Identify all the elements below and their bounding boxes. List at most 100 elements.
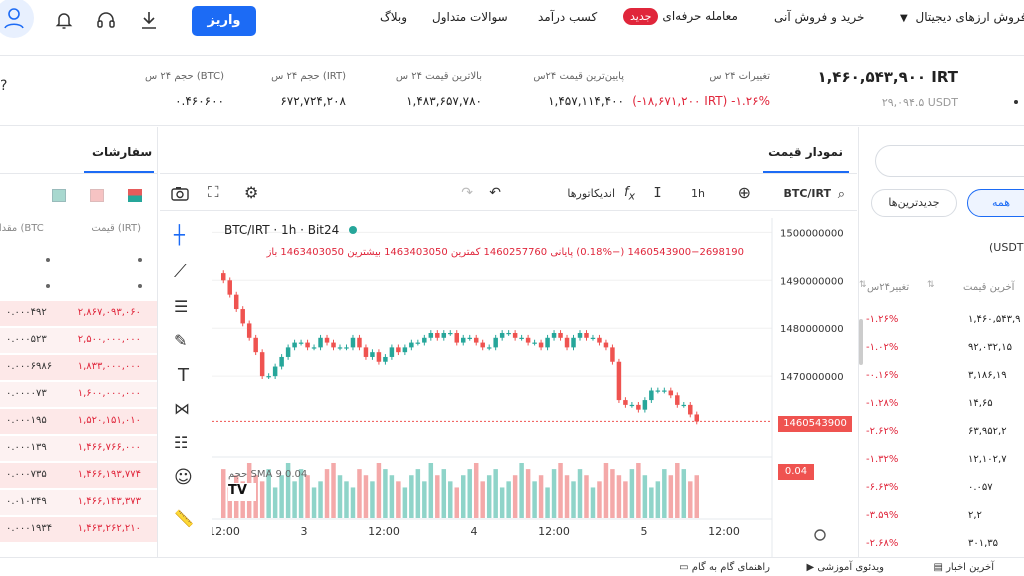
order-row[interactable]: ۱,۴۶۳,۲۶۲,۲۱۰ ۰.۰۰۰۱۹۳۴: [0, 517, 157, 542]
candle-body: [668, 390, 674, 396]
placeholder-dot: [138, 284, 142, 288]
symbol-selector[interactable]: BTC/IRT: [783, 187, 831, 200]
interval-selector[interactable]: 1h: [691, 187, 705, 200]
order-row[interactable]: ۱,۴۶۶,۱۴۳,۳۷۳ ۰.۰۱۰۳۴۹: [0, 490, 157, 515]
market-row[interactable]: -۱.۲۸% ۱۴,۶۵: [858, 391, 1024, 419]
market-row[interactable]: -۳.۵۹% ۲,۲: [858, 503, 1024, 531]
market-row[interactable]: -۲.۶۸% ۳۰۱,۳۵: [858, 531, 1024, 559]
candle-body: [532, 342, 537, 344]
volume-bar: [603, 463, 609, 518]
volume-bar: [623, 481, 628, 518]
news-link[interactable]: ▤ آخرین اخبار: [933, 562, 994, 573]
fx-icon[interactable]: fx: [624, 185, 635, 203]
candle-body: [221, 273, 226, 281]
order-row[interactable]: ۲,۵۰۰,۰۰۰,۰۰۰ ۰.۰۰۰۵۲۳: [0, 328, 157, 353]
volume-bar: [649, 487, 654, 518]
prediction-icon[interactable]: ☷: [174, 433, 188, 452]
order-amount: ۰.۰۱۰۳۴۹: [6, 496, 47, 507]
nav-instant[interactable]: خرید و فروش آنی: [774, 10, 864, 24]
camera-icon[interactable]: [170, 184, 190, 204]
fullscreen-icon[interactable]: ⛶: [208, 183, 219, 201]
ohlc-line: 1460543900−2698190 (−0.18%) پایانی 14602…: [266, 247, 744, 258]
redo-icon[interactable]: ↷: [461, 185, 473, 201]
market-price: ۱,۴۶۰,۵۴۳,۹: [968, 314, 1021, 325]
deposit-button[interactable]: واریز: [192, 6, 256, 36]
pattern-icon[interactable]: ⋈: [174, 399, 190, 418]
nav-pro-trade[interactable]: جدید معامله حرفه‌ای: [623, 8, 738, 25]
market-price: ۹۲,۰۳۲,۱۵: [968, 342, 1012, 353]
avatar-icon[interactable]: [0, 0, 34, 38]
volume-bar: [344, 481, 349, 518]
add-compare-icon[interactable]: ⊕: [738, 183, 751, 202]
x-tick-label: 12:00: [538, 525, 570, 538]
order-row[interactable]: ۱,۵۲۰,۱۵۱,۰۱۰ ۰.۰۰۰۱۹۵: [0, 409, 157, 434]
orderbook-view-sell-icon[interactable]: [52, 189, 66, 202]
order-amount: ۰.۰۰۰۱۳۹: [6, 442, 47, 453]
volume-bar: [357, 469, 362, 518]
volume-bar: [409, 475, 414, 518]
nav-faq[interactable]: سوالات متداول: [432, 10, 508, 24]
placeholder-dot: [46, 284, 50, 288]
order-row[interactable]: ۱,۸۳۳,۰۰۰,۰۰۰ ۰.۰۰۰۶۹۸۶: [0, 355, 157, 380]
market-row[interactable]: -۰.۱۶% ۳,۱۸۶,۱۹: [858, 363, 1024, 391]
candle-body: [486, 347, 492, 349]
candle-body: [525, 337, 531, 343]
order-row[interactable]: ۱,۴۶۶,۱۹۳,۷۷۴ ۰.۰۰۰۷۳۵: [0, 463, 157, 488]
crosshair-icon[interactable]: ┼: [174, 225, 185, 246]
candle-body: [337, 347, 343, 349]
candle-body: [616, 361, 622, 401]
order-amount: ۰.۰۰۰۴۹۲: [6, 307, 47, 318]
price-chart[interactable]: 1500000000 1490000000 1480000000 1470000000…: [212, 218, 857, 557]
market-row[interactable]: -۶.۶۳% ۰.۰۵۷: [858, 475, 1024, 503]
placeholder-dot: [138, 258, 142, 262]
market-row[interactable]: -۱.۰۲% ۹۲,۰۳۲,۱۵: [858, 335, 1024, 363]
tab-all[interactable]: همه: [967, 189, 1024, 217]
nav-earn[interactable]: کسب درآمد: [538, 10, 597, 24]
order-row[interactable]: ۱,۶۰۰,۰۰۰,۰۰۰ ۰.۰۰۰۰۷۳: [0, 382, 157, 407]
guide-link[interactable]: ▭ راهنمای گام به گام: [679, 562, 770, 573]
search-icon[interactable]: ⌕: [838, 187, 845, 202]
sort-icon[interactable]: ⇅: [859, 280, 867, 290]
order-row[interactable]: ۱,۴۶۶,۷۶۶,۰۰۰ ۰.۰۰۰۱۳۹: [0, 436, 157, 461]
trendline-icon[interactable]: ⟋: [174, 261, 187, 282]
text-tool-icon[interactable]: T: [178, 365, 189, 386]
brush-icon[interactable]: ✎: [174, 331, 187, 350]
volume-bar: [499, 487, 505, 518]
volume-bar: [694, 475, 699, 518]
orderbook-view-both-icon[interactable]: [128, 189, 142, 202]
download-icon[interactable]: [138, 9, 160, 31]
x-tick-label: 4: [471, 525, 478, 538]
candle-body: [240, 309, 245, 324]
nav-blog[interactable]: وبلاگ: [380, 10, 407, 24]
market-row[interactable]: -۱.۲۶% ۱,۴۶۰,۵۴۳,۹: [858, 307, 1024, 335]
emoji-icon[interactable]: ☺: [174, 467, 193, 488]
candle-body: [512, 333, 518, 338]
nav-crypto-menu[interactable]: ▼ خرید و فروش ارزهای دیجیتال: [900, 10, 1024, 24]
market-row[interactable]: -۲.۶۲% ۶۳,۹۵۲,۲: [858, 419, 1024, 447]
volume-bar: [564, 475, 570, 518]
volume-bar: [428, 463, 434, 518]
candle-type-icon[interactable]: ⵊ: [654, 185, 661, 201]
fib-lines-icon[interactable]: ☰: [174, 297, 188, 316]
orderbook-view-buy-icon[interactable]: [90, 189, 104, 202]
market-row[interactable]: -۱.۳۲% ۱۲,۱۰۲,۷: [858, 447, 1024, 475]
indicators-button[interactable]: اندیکاتورها: [567, 187, 615, 200]
nav-crypto-label: خرید و فروش ارزهای دیجیتال: [915, 10, 1024, 24]
ruler-icon[interactable]: 📏: [174, 509, 194, 528]
order-row[interactable]: ۲,۸۶۷,۰۹۳,۰۶۰ ۰.۰۰۰۴۹۲: [0, 301, 157, 326]
candle-body: [227, 280, 232, 295]
settings-gear-icon[interactable]: ⚙: [244, 183, 258, 202]
volume-bar: [577, 469, 583, 518]
video-link[interactable]: ▶ ویدئوی آموزشی: [806, 562, 884, 573]
drawing-tools: ┼ ⟋ ☰ ✎ T ⋈ ☷ ☺ 📏: [166, 217, 208, 557]
candle-body: [292, 342, 297, 348]
headset-icon[interactable]: [95, 9, 117, 31]
candle-body: [285, 347, 291, 357]
col-price-header: قیمت (IRT): [91, 223, 141, 234]
undo-icon[interactable]: ↶: [489, 185, 501, 201]
tab-newest[interactable]: جدیدترین‌ها: [871, 189, 957, 217]
market-search-input[interactable]: [875, 145, 1024, 177]
candle-body: [389, 347, 395, 357]
sort-icon[interactable]: ⇅: [927, 280, 935, 290]
bell-icon[interactable]: [53, 9, 75, 31]
